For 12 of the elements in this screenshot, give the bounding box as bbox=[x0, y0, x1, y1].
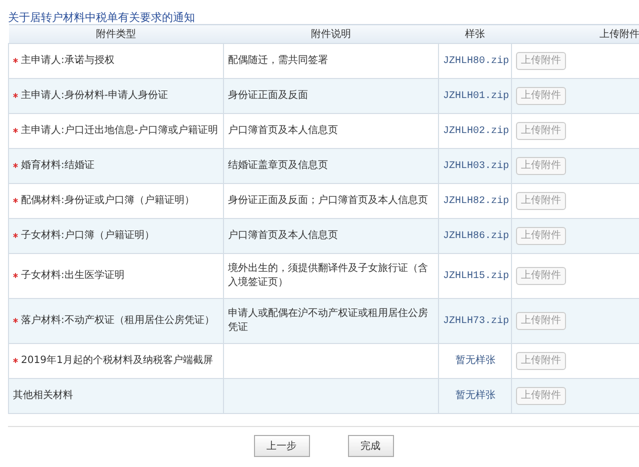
column-header: 附件类型 bbox=[8, 24, 224, 44]
no-sample-text: 暂无样张 bbox=[456, 355, 496, 366]
nav-button[interactable]: 上一步 bbox=[254, 435, 310, 457]
table-cell: 其他相关材料 bbox=[8, 378, 224, 414]
column-header: 上传附件 bbox=[512, 24, 639, 44]
page-title: 关于居转户材料中税单有关要求的通知 bbox=[7, 10, 196, 24]
column-header: 样张 bbox=[438, 24, 512, 44]
table-cell: 配偶随迁，需共同签署 bbox=[224, 44, 438, 78]
nav-button[interactable]: 完成 bbox=[348, 435, 394, 457]
no-sample-text: 暂无样张 bbox=[456, 390, 496, 401]
column-header: 附件说明 bbox=[224, 24, 438, 44]
table-cell: 主申请人:承诺与授权 bbox=[8, 44, 224, 78]
